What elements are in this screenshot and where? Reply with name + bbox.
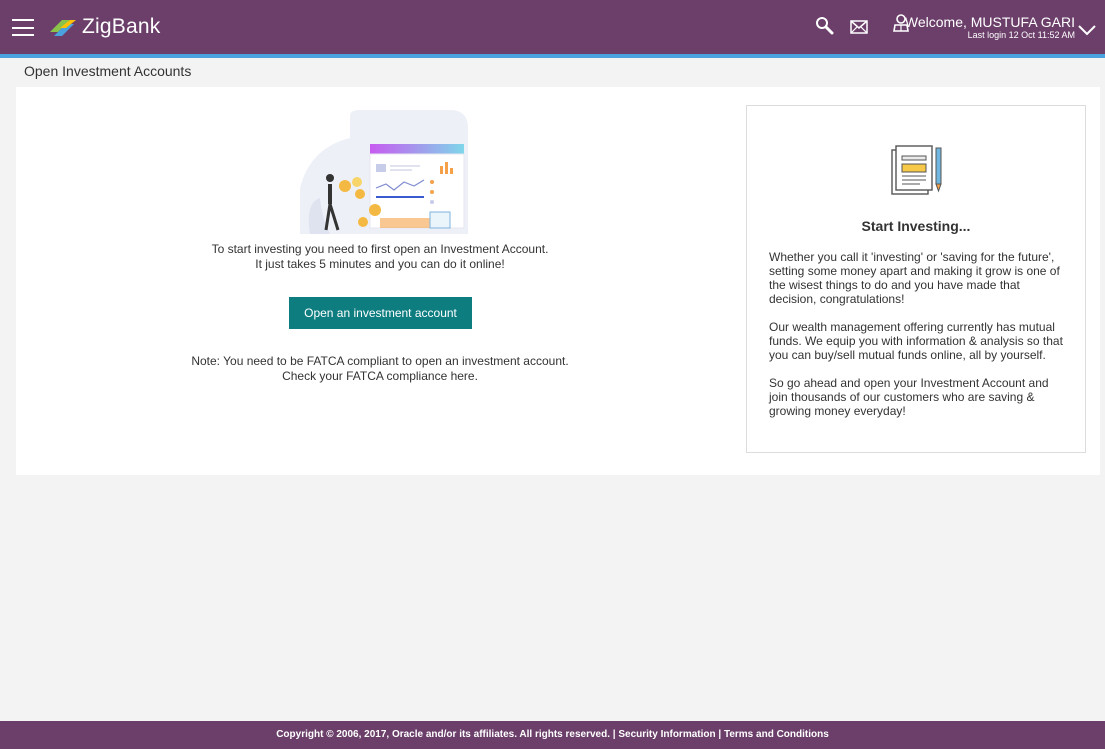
- top-header: ZigBank Welcome, MUSTUFA GARI Last login…: [0, 0, 1105, 54]
- intro-line-2: It just takes 5 minutes and you can do i…: [255, 257, 505, 271]
- open-investment-account-button[interactable]: Open an investment account: [289, 297, 472, 329]
- welcome-block[interactable]: Welcome, MUSTUFA GARI Last login 12 Oct …: [905, 14, 1075, 41]
- note-line-1: Note: You need to be FATCA compliant to …: [191, 354, 569, 368]
- header-accent-line: [0, 54, 1105, 58]
- footer-separator: |: [715, 729, 724, 740]
- welcome-text: Welcome, MUSTUFA GARI: [904, 14, 1075, 30]
- start-investing-panel: Start Investing... Whether you call it '…: [746, 105, 1086, 453]
- security-information-link[interactable]: Security Information: [618, 729, 715, 740]
- hamburger-icon[interactable]: [12, 19, 34, 36]
- last-login-text: Last login 12 Oct 11:52 AM: [967, 30, 1075, 40]
- fatca-compliance-link[interactable]: Check your FATCA compliance here.: [130, 369, 630, 384]
- search-icon[interactable]: [815, 16, 835, 36]
- intro-text: To start investing you need to first ope…: [130, 242, 630, 272]
- chevron-down-icon[interactable]: [1077, 24, 1097, 36]
- side-paragraph-3: So go ahead and open your Investment Acc…: [769, 376, 1049, 418]
- footer: Copyright © 2006, 2017, Oracle and/or it…: [0, 721, 1105, 749]
- intro-line-1: To start investing you need to first ope…: [211, 242, 549, 256]
- fatca-note: Note: You need to be FATCA compliant to …: [130, 354, 630, 384]
- terms-conditions-link[interactable]: Terms and Conditions: [724, 729, 829, 740]
- side-paragraph-2: Our wealth management offering currently…: [769, 320, 1063, 362]
- start-investing-body: Whether you call it 'investing' or 'savi…: [769, 250, 1069, 432]
- brand-name: ZigBank: [82, 15, 161, 38]
- start-investing-title: Start Investing...: [861, 218, 971, 234]
- investment-illustration: [300, 110, 468, 234]
- footer-copyright: Copyright © 2006, 2017, Oracle and/or it…: [276, 729, 610, 740]
- newspaper-icon: [891, 145, 942, 195]
- side-paragraph-1: Whether you call it 'investing' or 'savi…: [769, 250, 1060, 306]
- brand-logo[interactable]: ZigBank: [48, 14, 160, 40]
- mail-icon[interactable]: [850, 20, 868, 34]
- zigbank-logo-icon: [50, 20, 76, 36]
- page-title: Open Investment Accounts: [24, 63, 192, 79]
